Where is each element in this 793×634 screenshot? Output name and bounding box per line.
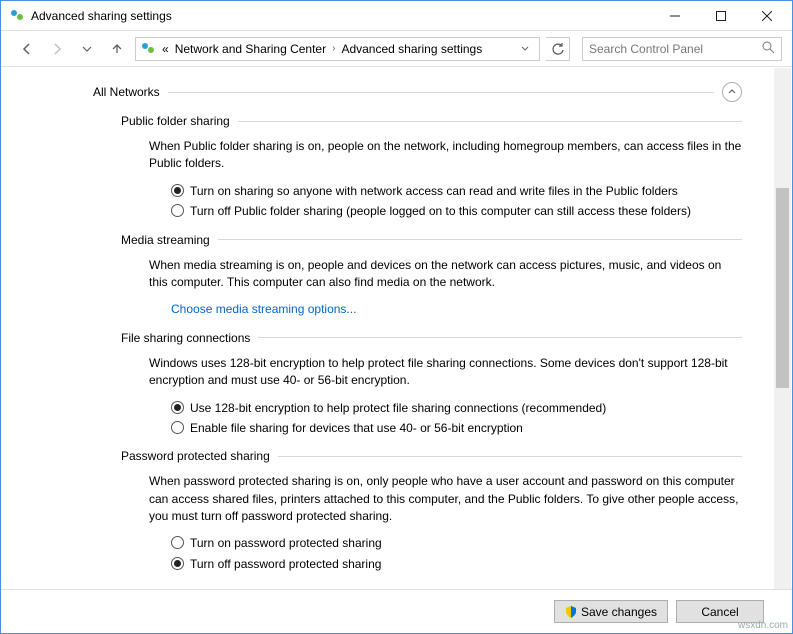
section-title: Media streaming xyxy=(121,233,210,247)
breadcrumb-seg-1[interactable]: Network and Sharing Center xyxy=(173,42,328,56)
radio-label: Turn off password protected sharing xyxy=(190,556,381,573)
window-controls xyxy=(652,1,790,30)
radio-128bit[interactable]: Use 128-bit encryption to help protect f… xyxy=(171,400,742,417)
scrollbar[interactable] xyxy=(774,68,791,589)
titlebar: Advanced sharing settings xyxy=(1,1,792,31)
search-placeholder: Search Control Panel xyxy=(589,42,762,56)
radio-public-on[interactable]: Turn on sharing so anyone with network a… xyxy=(171,183,742,200)
search-icon xyxy=(762,41,775,57)
radio-icon xyxy=(171,557,184,570)
radio-icon xyxy=(171,536,184,549)
navbar: « Network and Sharing Center › Advanced … xyxy=(1,31,792,67)
divider xyxy=(258,337,742,338)
radio-label: Turn on password protected sharing xyxy=(190,535,382,552)
button-label: Cancel xyxy=(701,605,738,619)
button-label: Save changes xyxy=(581,605,657,619)
radio-label: Enable file sharing for devices that use… xyxy=(190,420,523,437)
section-description: When media streaming is on, people and d… xyxy=(149,257,742,292)
breadcrumb[interactable]: « Network and Sharing Center › Advanced … xyxy=(135,37,540,61)
content-area: All Networks Public folder sharing When … xyxy=(1,68,792,589)
chevron-right-icon: › xyxy=(330,43,337,54)
close-button[interactable] xyxy=(744,1,790,30)
scroll-thumb[interactable] xyxy=(776,188,789,388)
history-dropdown[interactable] xyxy=(75,37,99,61)
radio-password-on[interactable]: Turn on password protected sharing xyxy=(171,535,742,552)
radio-label: Use 128-bit encryption to help protect f… xyxy=(190,400,606,417)
breadcrumb-seg-2[interactable]: Advanced sharing settings xyxy=(339,42,484,56)
breadcrumb-overflow[interactable]: « xyxy=(160,42,171,56)
radio-label: Turn off Public folder sharing (people l… xyxy=(190,203,691,220)
radio-icon xyxy=(171,184,184,197)
app-icon xyxy=(9,8,25,24)
radio-public-off[interactable]: Turn off Public folder sharing (people l… xyxy=(171,203,742,220)
section-public-folder: Public folder sharing When Public folder… xyxy=(121,114,742,221)
save-changes-button[interactable]: Save changes xyxy=(554,600,668,623)
breadcrumb-dropdown[interactable] xyxy=(515,42,535,56)
forward-button[interactable] xyxy=(45,37,69,61)
up-button[interactable] xyxy=(105,37,129,61)
profile-header[interactable]: All Networks xyxy=(93,82,742,102)
divider xyxy=(238,121,742,122)
radio-icon xyxy=(171,204,184,217)
radio-password-off[interactable]: Turn off password protected sharing xyxy=(171,556,742,573)
minimize-button[interactable] xyxy=(652,1,698,30)
refresh-button[interactable] xyxy=(546,37,570,61)
search-input[interactable]: Search Control Panel xyxy=(582,37,782,61)
radio-icon xyxy=(171,421,184,434)
watermark: wsxdn.com xyxy=(738,620,788,631)
collapse-button[interactable] xyxy=(722,82,742,102)
media-streaming-link[interactable]: Choose media streaming options... xyxy=(171,302,356,316)
section-media-streaming: Media streaming When media streaming is … xyxy=(121,233,742,319)
section-title: File sharing connections xyxy=(121,331,250,345)
back-button[interactable] xyxy=(15,37,39,61)
shield-icon xyxy=(565,606,577,618)
radio-label: Turn on sharing so anyone with network a… xyxy=(190,183,678,200)
radio-icon xyxy=(171,401,184,414)
divider xyxy=(168,92,714,93)
section-description: Windows uses 128-bit encryption to help … xyxy=(149,355,742,390)
section-description: When Public folder sharing is on, people… xyxy=(149,138,742,173)
divider xyxy=(278,456,742,457)
section-description: When password protected sharing is on, o… xyxy=(149,473,742,525)
maximize-button[interactable] xyxy=(698,1,744,30)
window-title: Advanced sharing settings xyxy=(31,9,652,23)
footer: Save changes Cancel xyxy=(1,589,792,633)
radio-4056bit[interactable]: Enable file sharing for devices that use… xyxy=(171,420,742,437)
section-password-sharing: Password protected sharing When password… xyxy=(121,449,742,573)
section-file-sharing: File sharing connections Windows uses 12… xyxy=(121,331,742,438)
profile-name: All Networks xyxy=(93,85,160,99)
section-title: Public folder sharing xyxy=(121,114,230,128)
section-title: Password protected sharing xyxy=(121,449,270,463)
breadcrumb-icon xyxy=(140,41,156,57)
divider xyxy=(218,239,742,240)
